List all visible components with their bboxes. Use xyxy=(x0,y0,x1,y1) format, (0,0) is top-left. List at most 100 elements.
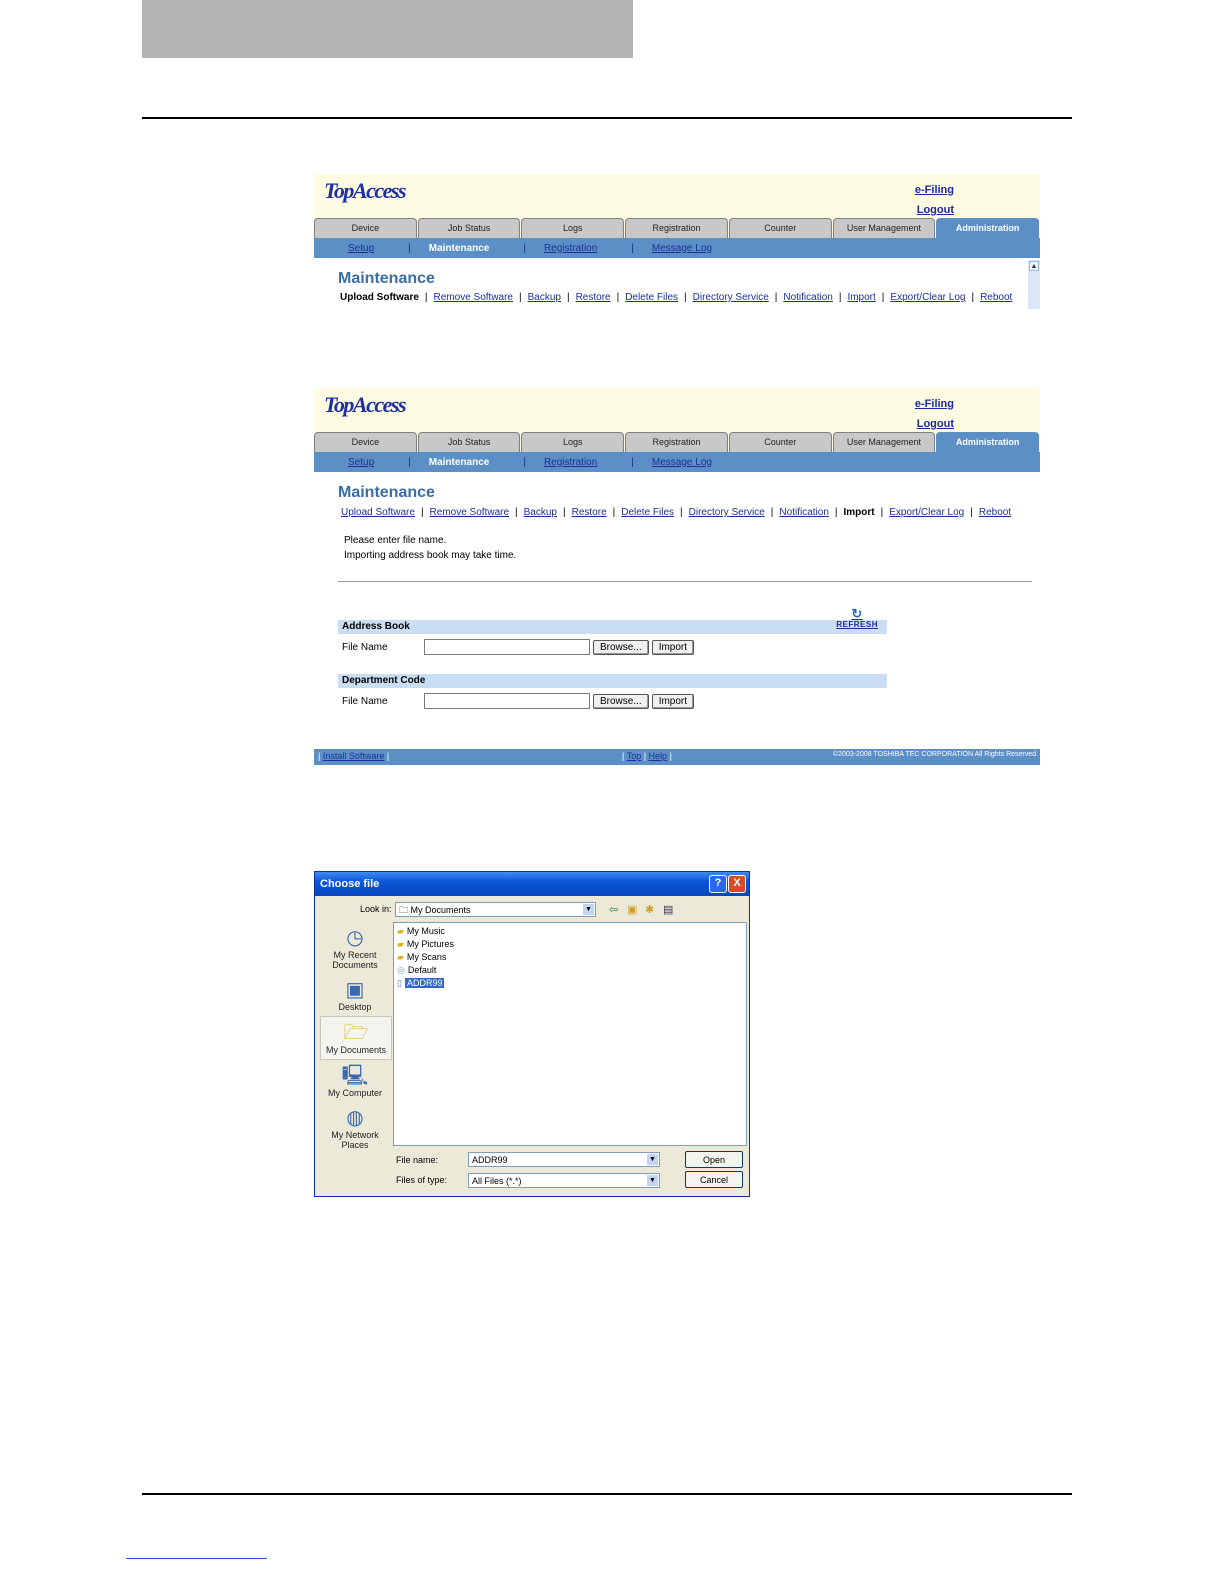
tab-counter[interactable]: Counter xyxy=(728,218,832,238)
topaccess-screenshot-2: TopAccess e-Filing Logout Device Job Sta… xyxy=(314,388,1040,765)
address-book-import-button[interactable]: Import xyxy=(651,639,695,655)
place-label: My Computer xyxy=(327,1088,382,1098)
department-code-file-input[interactable] xyxy=(424,693,590,709)
menu-backup[interactable]: Backup xyxy=(528,292,561,303)
scroll-up-icon[interactable]: ▲ xyxy=(1029,261,1039,271)
subnav-separator: | xyxy=(408,456,411,468)
menu-upload-software[interactable]: Upload Software xyxy=(341,507,415,518)
tab-job-status[interactable]: Job Status xyxy=(417,432,521,452)
tab-counter[interactable]: Counter xyxy=(728,432,832,452)
tab-device[interactable]: Device xyxy=(314,432,417,452)
sub-navigation: Setup | Maintenance | Registration | Mes… xyxy=(314,452,1040,472)
file-name-input[interactable]: ADDR99 ▼ xyxy=(468,1152,660,1167)
menu-notification[interactable]: Notification xyxy=(783,292,832,303)
menu-restore[interactable]: Restore xyxy=(572,507,607,518)
menu-directory-service[interactable]: Directory Service xyxy=(693,292,769,303)
efiling-link[interactable]: e-Filing xyxy=(915,394,954,414)
department-code-import-button[interactable]: Import xyxy=(651,693,695,709)
tab-job-status[interactable]: Job Status xyxy=(417,218,521,238)
subnav-registration[interactable]: Registration xyxy=(544,243,597,254)
place-desktop[interactable]: ▣ Desktop xyxy=(320,974,390,1016)
menu-remove-software[interactable]: Remove Software xyxy=(430,507,509,518)
menu-reboot[interactable]: Reboot xyxy=(979,507,1011,518)
subnav-setup[interactable]: Setup xyxy=(348,243,374,254)
tab-device[interactable]: Device xyxy=(314,218,417,238)
open-button[interactable]: Open xyxy=(685,1151,743,1168)
topaccess-header: TopAccess e-Filing Logout xyxy=(314,388,1040,432)
close-icon[interactable]: X xyxy=(728,875,746,893)
footer: | Install Software | | Top | Help | ©200… xyxy=(314,749,1040,765)
subnav-registration[interactable]: Registration xyxy=(544,457,597,468)
subnav-separator: | xyxy=(631,242,634,254)
place-my-network-places[interactable]: ◍ My Network Places xyxy=(320,1102,390,1154)
look-in-value: My Documents xyxy=(410,905,471,915)
address-book-browse-button[interactable]: Browse... xyxy=(593,639,649,655)
tab-user-management[interactable]: User Management xyxy=(832,218,936,238)
up-folder-icon[interactable]: ▣ xyxy=(627,903,637,916)
list-item[interactable]: ▯ ADDR99 xyxy=(394,977,746,990)
menu-import[interactable]: Import xyxy=(843,507,874,518)
look-in-label: Look in: xyxy=(360,904,392,914)
list-item[interactable]: ▰ My Scans xyxy=(394,951,746,964)
department-code-browse-button[interactable]: Browse... xyxy=(593,693,649,709)
menu-backup[interactable]: Backup xyxy=(524,507,557,518)
folder-icon: ▰ xyxy=(397,939,404,949)
menu-notification[interactable]: Notification xyxy=(779,507,828,518)
help-icon[interactable]: ? xyxy=(709,875,727,893)
view-menu-icon[interactable]: ▤ xyxy=(663,903,673,916)
back-icon[interactable]: ⇦ xyxy=(609,903,618,916)
menu-directory-service[interactable]: Directory Service xyxy=(689,507,765,518)
chapter-header-bar xyxy=(142,0,633,58)
topaccess-screenshot-1: TopAccess e-Filing Logout Device Job Sta… xyxy=(314,174,1040,311)
department-code-row: File Name Browse... Import xyxy=(338,688,1040,714)
menu-import[interactable]: Import xyxy=(847,292,875,303)
subnav-message-log[interactable]: Message Log xyxy=(652,457,712,468)
place-my-documents[interactable]: 🗁 My Documents xyxy=(320,1016,392,1060)
subnav-setup[interactable]: Setup xyxy=(348,457,374,468)
tab-administration[interactable]: Administration xyxy=(936,218,1040,238)
menu-export-clear-log[interactable]: Export/Clear Log xyxy=(890,292,965,303)
help-link[interactable]: Help xyxy=(649,751,668,761)
list-item[interactable]: ◎ Default xyxy=(394,964,746,977)
address-book-header: Address Book xyxy=(338,620,887,634)
footer-link-underline xyxy=(126,1558,267,1559)
cancel-button[interactable]: Cancel xyxy=(685,1171,743,1188)
address-book-file-input[interactable] xyxy=(424,639,590,655)
tab-administration[interactable]: Administration xyxy=(936,432,1040,452)
top-link[interactable]: Top xyxy=(627,751,642,761)
new-folder-icon[interactable]: ✱ xyxy=(645,903,654,916)
list-item[interactable]: ▰ My Music xyxy=(394,925,746,938)
tab-logs[interactable]: Logs xyxy=(521,218,625,238)
subnav-maintenance[interactable]: Maintenance xyxy=(429,243,490,254)
logout-link[interactable]: Logout xyxy=(915,414,954,434)
folder-icon: ▰ xyxy=(397,926,404,936)
file-type-dropdown[interactable]: All Files (*.*) ▼ xyxy=(468,1173,660,1188)
tab-logs[interactable]: Logs xyxy=(521,432,625,452)
list-item[interactable]: ▰ My Pictures xyxy=(394,938,746,951)
subnav-message-log[interactable]: Message Log xyxy=(652,243,712,254)
scrollbar[interactable]: ▲ xyxy=(1028,260,1040,309)
tab-registration[interactable]: Registration xyxy=(625,218,728,238)
place-my-recent-documents[interactable]: ◷ My Recent Documents xyxy=(320,922,390,974)
menu-remove-software[interactable]: Remove Software xyxy=(434,292,513,303)
logout-link[interactable]: Logout xyxy=(915,200,954,220)
place-my-computer[interactable]: 🖳 My Computer xyxy=(320,1060,390,1102)
instruction-line-1: Please enter file name. xyxy=(344,535,447,546)
efiling-link[interactable]: e-Filing xyxy=(915,180,954,200)
page-title: Maintenance xyxy=(338,270,435,287)
menu-reboot[interactable]: Reboot xyxy=(980,292,1012,303)
copyright-text: ©2003-2008 TOSHIBA TEC CORPORATION All R… xyxy=(833,751,1038,758)
menu-delete-files[interactable]: Delete Files xyxy=(625,292,678,303)
menu-restore[interactable]: Restore xyxy=(576,292,611,303)
install-software-link[interactable]: Install Software xyxy=(323,751,385,761)
menu-upload-software[interactable]: Upload Software xyxy=(340,292,419,303)
tab-registration[interactable]: Registration xyxy=(625,432,728,452)
menu-export-clear-log[interactable]: Export/Clear Log xyxy=(889,507,964,518)
refresh-button[interactable]: ↻ REFRESH xyxy=(836,607,878,629)
menu-delete-files[interactable]: Delete Files xyxy=(621,507,674,518)
chevron-down-icon: ▼ xyxy=(647,1175,658,1186)
department-code-file-label: File Name xyxy=(342,695,388,707)
subnav-maintenance[interactable]: Maintenance xyxy=(429,457,490,468)
look-in-dropdown[interactable]: 🗀 My Documents ▼ xyxy=(395,902,596,917)
tab-user-management[interactable]: User Management xyxy=(832,432,936,452)
